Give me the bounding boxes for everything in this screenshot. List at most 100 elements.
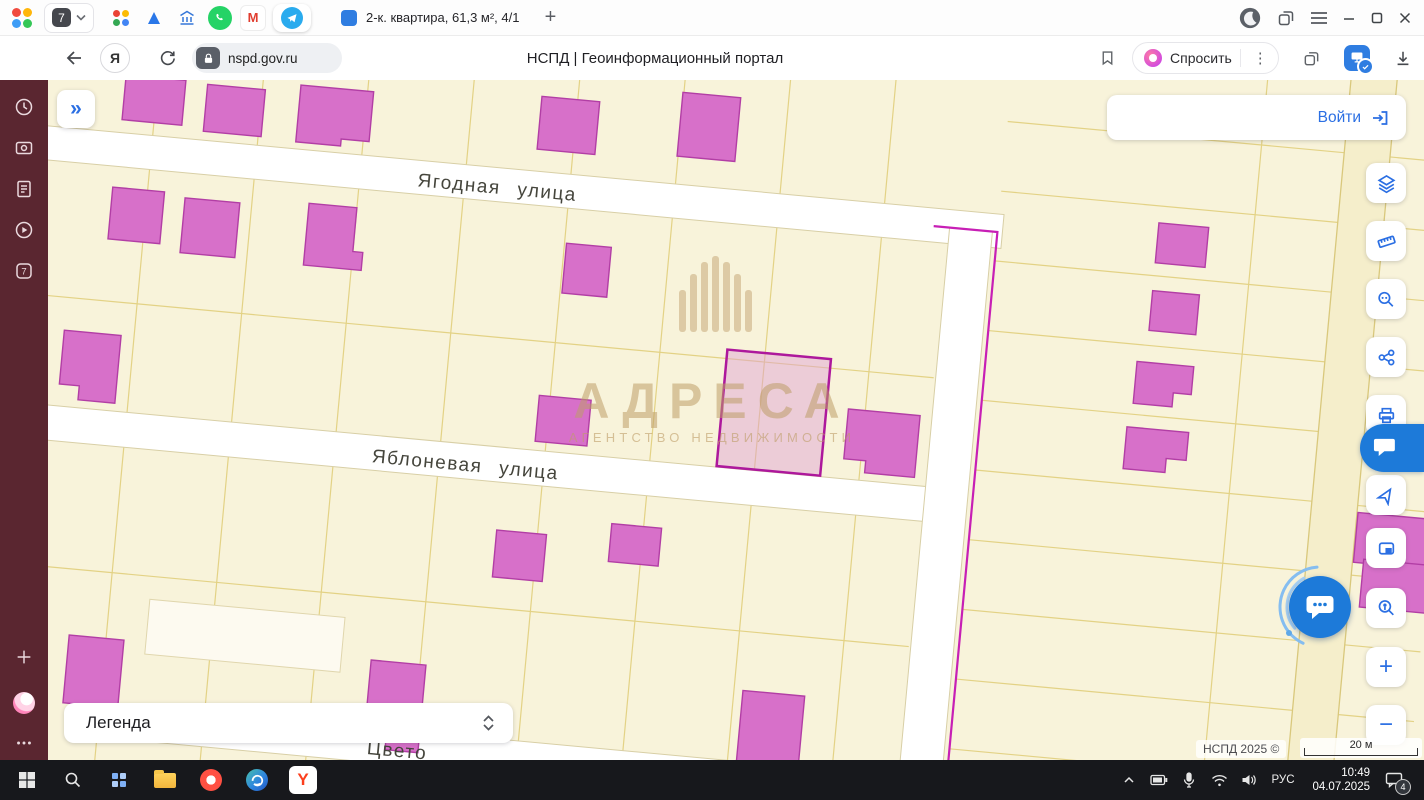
tab-counter-icon: 7 [13,260,35,282]
whatsapp-icon [208,6,232,30]
taskbar-app-red[interactable] [188,760,234,800]
bookmark-flag-icon [1099,49,1116,67]
clock-date: 04.07.2025 [1304,780,1370,794]
microphone-status[interactable] [1176,760,1202,800]
pinned-tab-whatsapp[interactable] [207,5,233,31]
pinned-tab-telegram-active[interactable] [273,4,311,32]
dark-mode-icon[interactable] [1238,6,1262,30]
add-panel-button[interactable] [13,646,35,668]
screenshots-button[interactable] [13,137,35,159]
address-bar[interactable]: nspd.gov.ru [192,43,342,73]
minimap-button[interactable] [1366,528,1406,568]
login-bar[interactable]: Войти [1107,95,1406,140]
legend-label: Легенда [86,713,151,733]
bookmark-button[interactable] [1094,43,1120,73]
measure-button[interactable] [1366,221,1406,261]
locate-button[interactable] [1366,475,1406,515]
apps-dots-icon [113,10,129,26]
tab-group-selector[interactable]: 7 [44,3,94,33]
battery-status[interactable] [1146,760,1172,800]
minimize-icon[interactable] [1342,11,1356,25]
browser-tab-bar: 7 M [0,0,1424,36]
close-icon[interactable] [1398,11,1412,25]
tabs-panel-button[interactable] [1298,43,1324,73]
screen: 7 M [0,0,1424,800]
map-canvas[interactable]: Ягодная улица Яблоневая улица Цвето АДРЕ… [48,80,1424,760]
microphone-icon [1182,772,1196,788]
feed-button[interactable] [13,178,35,200]
share-button[interactable] [1366,337,1406,377]
taskbar-clock[interactable]: 10:49 04.07.2025 [1304,766,1370,794]
legend-panel[interactable]: Легенда [64,703,513,743]
tabs-counter-button[interactable]: 7 [13,260,35,282]
image-icon [13,137,35,159]
taskbar-search-button[interactable] [50,760,96,800]
object-search-button[interactable] [1366,279,1406,319]
tabbar-right-controls [1238,6,1416,30]
tray-expand-button[interactable] [1116,760,1142,800]
print-icon [1376,405,1397,426]
gmail-icon: M [240,5,266,31]
svg-text:7: 7 [21,267,26,278]
reload-button[interactable] [152,43,182,73]
shared-tabs-icon[interactable] [1276,8,1296,28]
zoom-in-button[interactable]: + [1366,647,1406,687]
map-area: Ягодная улица Яблоневая улица Цвето АДРЕ… [48,80,1424,760]
download-icon [1394,49,1412,67]
notification-count-badge: 4 [1395,779,1411,795]
divider [1240,49,1241,67]
back-button[interactable] [58,43,88,73]
browser-side-rail: 7 [0,80,48,760]
file-explorer-button[interactable] [142,760,188,800]
menu-icon[interactable] [1310,11,1328,25]
downloads-button[interactable] [1390,43,1416,73]
collapse-expand-icon[interactable] [482,714,495,732]
yandex-search-button[interactable]: Я [100,43,130,73]
pinned-tab-apps[interactable] [108,5,134,31]
yandex-y-icon: Y [289,766,317,794]
ask-more-button[interactable]: ⋮ [1249,49,1272,67]
search-icon [64,771,82,789]
layers-button[interactable] [1366,163,1406,203]
system-tray: РУС 10:49 04.07.2025 4 [1116,760,1420,800]
support-chat-button[interactable] [1289,576,1351,638]
watermark-title: АДРЕСА [573,373,850,429]
pinned-tab-gov[interactable] [174,5,200,31]
red-browser-icon [200,769,222,791]
browser-spaces-button[interactable] [8,4,36,32]
expand-panel-button[interactable]: » [57,90,95,128]
language-indicator[interactable]: РУС [1266,774,1300,786]
browser-toolbar: Я nspd.gov.ru НСПД | Геоинформационный п… [0,36,1424,81]
protect-download-button[interactable] [1344,45,1370,71]
edge-button[interactable] [234,760,280,800]
video-button[interactable] [13,219,35,241]
more-button[interactable] [13,732,35,754]
navigation-arrow-icon [1376,485,1397,506]
taskbar-app-grid[interactable] [96,760,142,800]
scale-bar: 20 м [1300,738,1422,758]
history-button[interactable] [13,96,35,118]
building-columns-icon [177,8,197,28]
maximize-icon[interactable] [1370,11,1384,25]
yandex-button-active[interactable]: Y [280,760,326,800]
start-button[interactable] [4,760,50,800]
new-tab-button[interactable]: + [537,6,563,29]
feedback-chat-button[interactable] [1360,424,1424,472]
pinned-tab-blue-app[interactable] [141,5,167,31]
network-status[interactable] [1206,760,1232,800]
ask-ai-button[interactable]: Спросить ⋮ [1132,42,1279,74]
active-tab-title: 2-к. квартира, 61,3 м², 4/1 [366,10,519,25]
app-grid-icon [109,770,129,790]
watermark-subtitle: АГЕНТСТВО НЕДВИЖИМОСТИ [569,430,855,445]
search-area-button[interactable] [1366,588,1406,628]
map-attribution: НСПД 2025 © [1196,740,1286,758]
plus-icon: + [1379,655,1393,679]
url-text: nspd.gov.ru [228,51,298,66]
login-icon [1370,108,1390,128]
wifi-icon [1211,774,1228,787]
action-center-button[interactable]: 4 [1374,760,1414,800]
volume-status[interactable] [1236,760,1262,800]
active-tab[interactable]: 2-к. квартира, 61,3 м², 4/1 [331,3,529,33]
alice-button[interactable] [13,692,35,714]
pinned-tab-gmail[interactable]: M [240,5,266,31]
